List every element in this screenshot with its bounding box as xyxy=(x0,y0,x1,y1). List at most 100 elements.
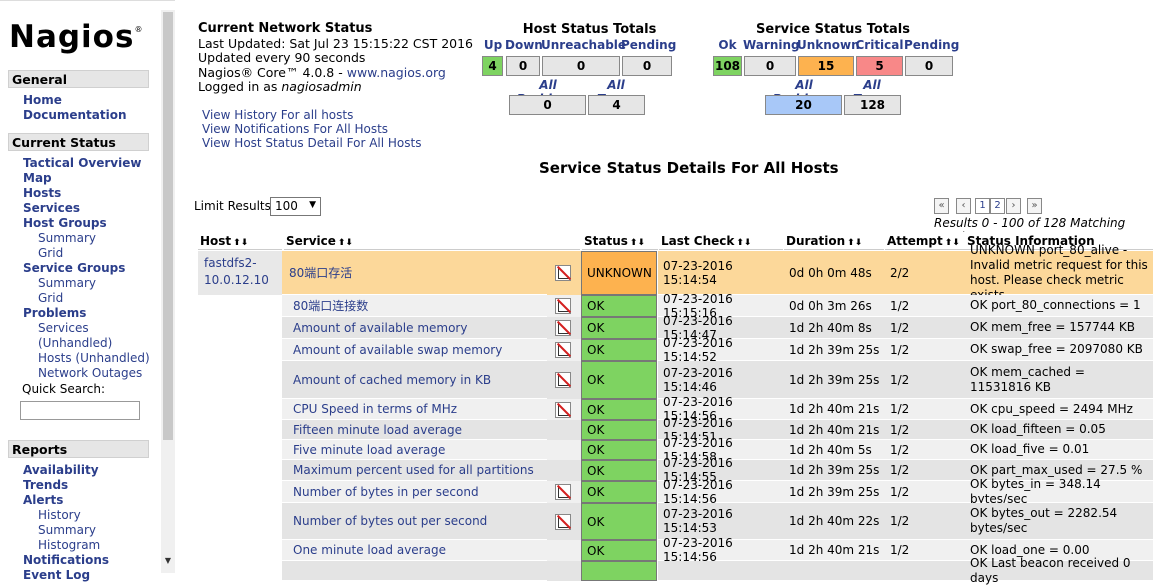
service-link[interactable]: Number of bytes out per second xyxy=(282,503,547,540)
service-link[interactable]: Amount of cached memory in KB xyxy=(282,361,547,399)
sidebar-item[interactable]: Grid xyxy=(38,246,63,261)
prev-page-icon[interactable]: ‹ xyxy=(956,198,971,214)
sidebar-item[interactable]: Map xyxy=(23,171,52,186)
sidebar-item[interactable]: Services xyxy=(38,321,89,336)
status-information: UNKNOWN port_80_alive - Invalid metric r… xyxy=(965,243,1153,302)
sidebar-item[interactable]: Tactical Overview xyxy=(23,156,141,171)
view-host-status-link[interactable]: View Host Status Detail For All Hosts xyxy=(202,136,421,150)
no-graph-icon[interactable] xyxy=(555,402,571,418)
host-all-types-count[interactable]: 4 xyxy=(588,95,645,115)
host-all-problems-count[interactable]: 0 xyxy=(509,95,586,115)
status-badge: OK xyxy=(581,460,657,481)
svc-warning-count[interactable]: 0 xyxy=(744,56,796,76)
col-last-check[interactable]: Last Check ⬆⬇ xyxy=(659,232,783,250)
limit-results-select[interactable]: 100 ▼ xyxy=(270,197,321,216)
host-down-count[interactable]: 0 xyxy=(506,56,540,76)
sidebar-item[interactable]: Trends xyxy=(23,478,68,493)
col-host[interactable]: Host ⬆⬇ xyxy=(198,232,282,250)
svc-all-problems-count[interactable]: 20 xyxy=(765,95,842,115)
sidebar-item[interactable]: Hosts (Unhandled) xyxy=(38,351,150,366)
sort-arrows-icon[interactable]: ⬆⬇ xyxy=(945,238,960,248)
sidebar-item[interactable]: Notifications xyxy=(23,553,109,568)
host-up-count[interactable]: 4 xyxy=(482,56,503,76)
sidebar-item[interactable]: Availability xyxy=(23,463,99,478)
host-pending-count[interactable]: 0 xyxy=(622,56,672,76)
sidebar-item[interactable]: Documentation xyxy=(23,108,127,123)
service-link[interactable]: Five minute load average xyxy=(282,440,547,460)
nagios-org-link[interactable]: www.nagios.org xyxy=(347,65,446,80)
sidebar-item[interactable]: Summary xyxy=(38,523,96,538)
no-graph-icon[interactable] xyxy=(555,320,571,336)
host-unreachable-count[interactable]: 0 xyxy=(542,56,620,76)
sidebar-item[interactable]: Summary xyxy=(38,231,96,246)
sidebar-item[interactable]: Summary xyxy=(38,276,96,291)
service-totals-title: Service Status Totals xyxy=(756,22,910,37)
sidebar-item[interactable]: Services xyxy=(23,201,80,216)
first-page-icon[interactable]: « xyxy=(934,198,949,214)
sidebar-scroll-thumb[interactable] xyxy=(163,12,173,440)
sort-arrows-icon[interactable]: ⬆⬇ xyxy=(847,238,862,248)
no-graph-icon[interactable] xyxy=(555,265,571,281)
service-link[interactable]: One minute load average xyxy=(282,540,547,561)
sidebar-item[interactable]: Grid xyxy=(38,291,63,306)
service-link[interactable]: Number of bytes in per second xyxy=(282,481,547,503)
view-history-link[interactable]: View History For all hosts xyxy=(202,108,421,122)
sidebar-item[interactable]: Problems xyxy=(23,306,86,321)
no-graph-icon[interactable] xyxy=(555,298,571,314)
service-link[interactable]: 80端口连接数 xyxy=(282,295,547,317)
svc-critical-count[interactable]: 5 xyxy=(856,56,903,76)
svc-warning-header[interactable]: Warning xyxy=(743,38,800,52)
no-graph-icon[interactable] xyxy=(555,342,571,358)
host-up-header[interactable]: Up xyxy=(481,38,505,52)
svc-unknown-header[interactable]: Unknown xyxy=(797,38,860,52)
host-link[interactable]: fastdfs2-10.0.12.10 xyxy=(198,251,282,295)
col-duration[interactable]: Duration ⬆⬇ xyxy=(784,232,884,250)
sidebar-item[interactable]: History xyxy=(38,508,81,523)
svc-unknown-count[interactable]: 15 xyxy=(798,56,854,76)
col-service[interactable]: Service ⬆⬇ xyxy=(284,232,580,250)
sidebar-item[interactable]: Hosts xyxy=(23,186,61,201)
sidebar-item[interactable]: Home xyxy=(23,93,62,108)
nagios-logo[interactable]: Nagios® xyxy=(9,19,143,55)
service-link[interactable] xyxy=(282,561,547,581)
sidebar-item[interactable]: Service Groups xyxy=(23,261,125,276)
sidebar-item[interactable]: Histogram xyxy=(38,538,100,553)
col-status[interactable]: Status ⬆⬇ xyxy=(582,232,658,250)
sidebar-item[interactable]: Host Groups xyxy=(23,216,107,231)
no-graph-icon[interactable] xyxy=(555,484,571,500)
sidebar-item[interactable]: Network Outages xyxy=(38,366,142,381)
svc-pending-header[interactable]: Pending xyxy=(904,38,959,52)
page-1-link[interactable]: 1 xyxy=(975,198,990,214)
sort-arrows-icon[interactable]: ⬆⬇ xyxy=(338,238,353,248)
sort-arrows-icon[interactable]: ⬆⬇ xyxy=(736,238,751,248)
service-link[interactable]: Amount of available swap memory xyxy=(282,339,547,361)
service-link[interactable]: 80端口存活 xyxy=(282,251,547,295)
svc-ok-count[interactable]: 108 xyxy=(713,56,742,76)
attempt: 1/2 xyxy=(885,295,965,317)
service-link[interactable]: CPU Speed in terms of MHz xyxy=(282,399,547,420)
last-page-icon[interactable]: » xyxy=(1027,198,1042,214)
view-notifications-link[interactable]: View Notifications For All Hosts xyxy=(202,122,421,136)
page-2-link[interactable]: 2 xyxy=(990,198,1005,214)
col-attempt[interactable]: Attempt ⬆⬇ xyxy=(885,232,965,250)
sidebar-item[interactable]: Event Log xyxy=(23,568,90,583)
svc-all-types-count[interactable]: 128 xyxy=(844,95,901,115)
sidebar-item[interactable]: (Unhandled) xyxy=(38,336,112,351)
service-link[interactable]: Amount of available memory xyxy=(282,317,547,339)
sidebar-item[interactable]: Alerts xyxy=(23,493,63,508)
scroll-down-arrow-icon[interactable]: ▼ xyxy=(162,556,174,568)
sort-arrows-icon[interactable]: ⬆⬇ xyxy=(630,238,645,248)
host-unreachable-header[interactable]: Unreachable xyxy=(541,38,626,52)
next-page-icon[interactable]: › xyxy=(1006,198,1021,214)
host-pending-header[interactable]: Pending xyxy=(621,38,676,52)
service-link[interactable]: Maximum percent used for all partitions xyxy=(282,460,547,481)
service-link[interactable]: Fifteen minute load average xyxy=(282,420,547,440)
svc-pending-count[interactable]: 0 xyxy=(905,56,953,76)
no-graph-icon[interactable] xyxy=(555,372,571,388)
quick-search-input[interactable] xyxy=(20,401,140,420)
svc-ok-header[interactable]: Ok xyxy=(712,38,743,52)
svc-critical-header[interactable]: Critical xyxy=(855,38,904,52)
host-down-header[interactable]: Down xyxy=(505,38,543,52)
no-graph-icon[interactable] xyxy=(555,514,571,530)
sort-arrows-icon[interactable]: ⬆⬇ xyxy=(233,238,248,248)
